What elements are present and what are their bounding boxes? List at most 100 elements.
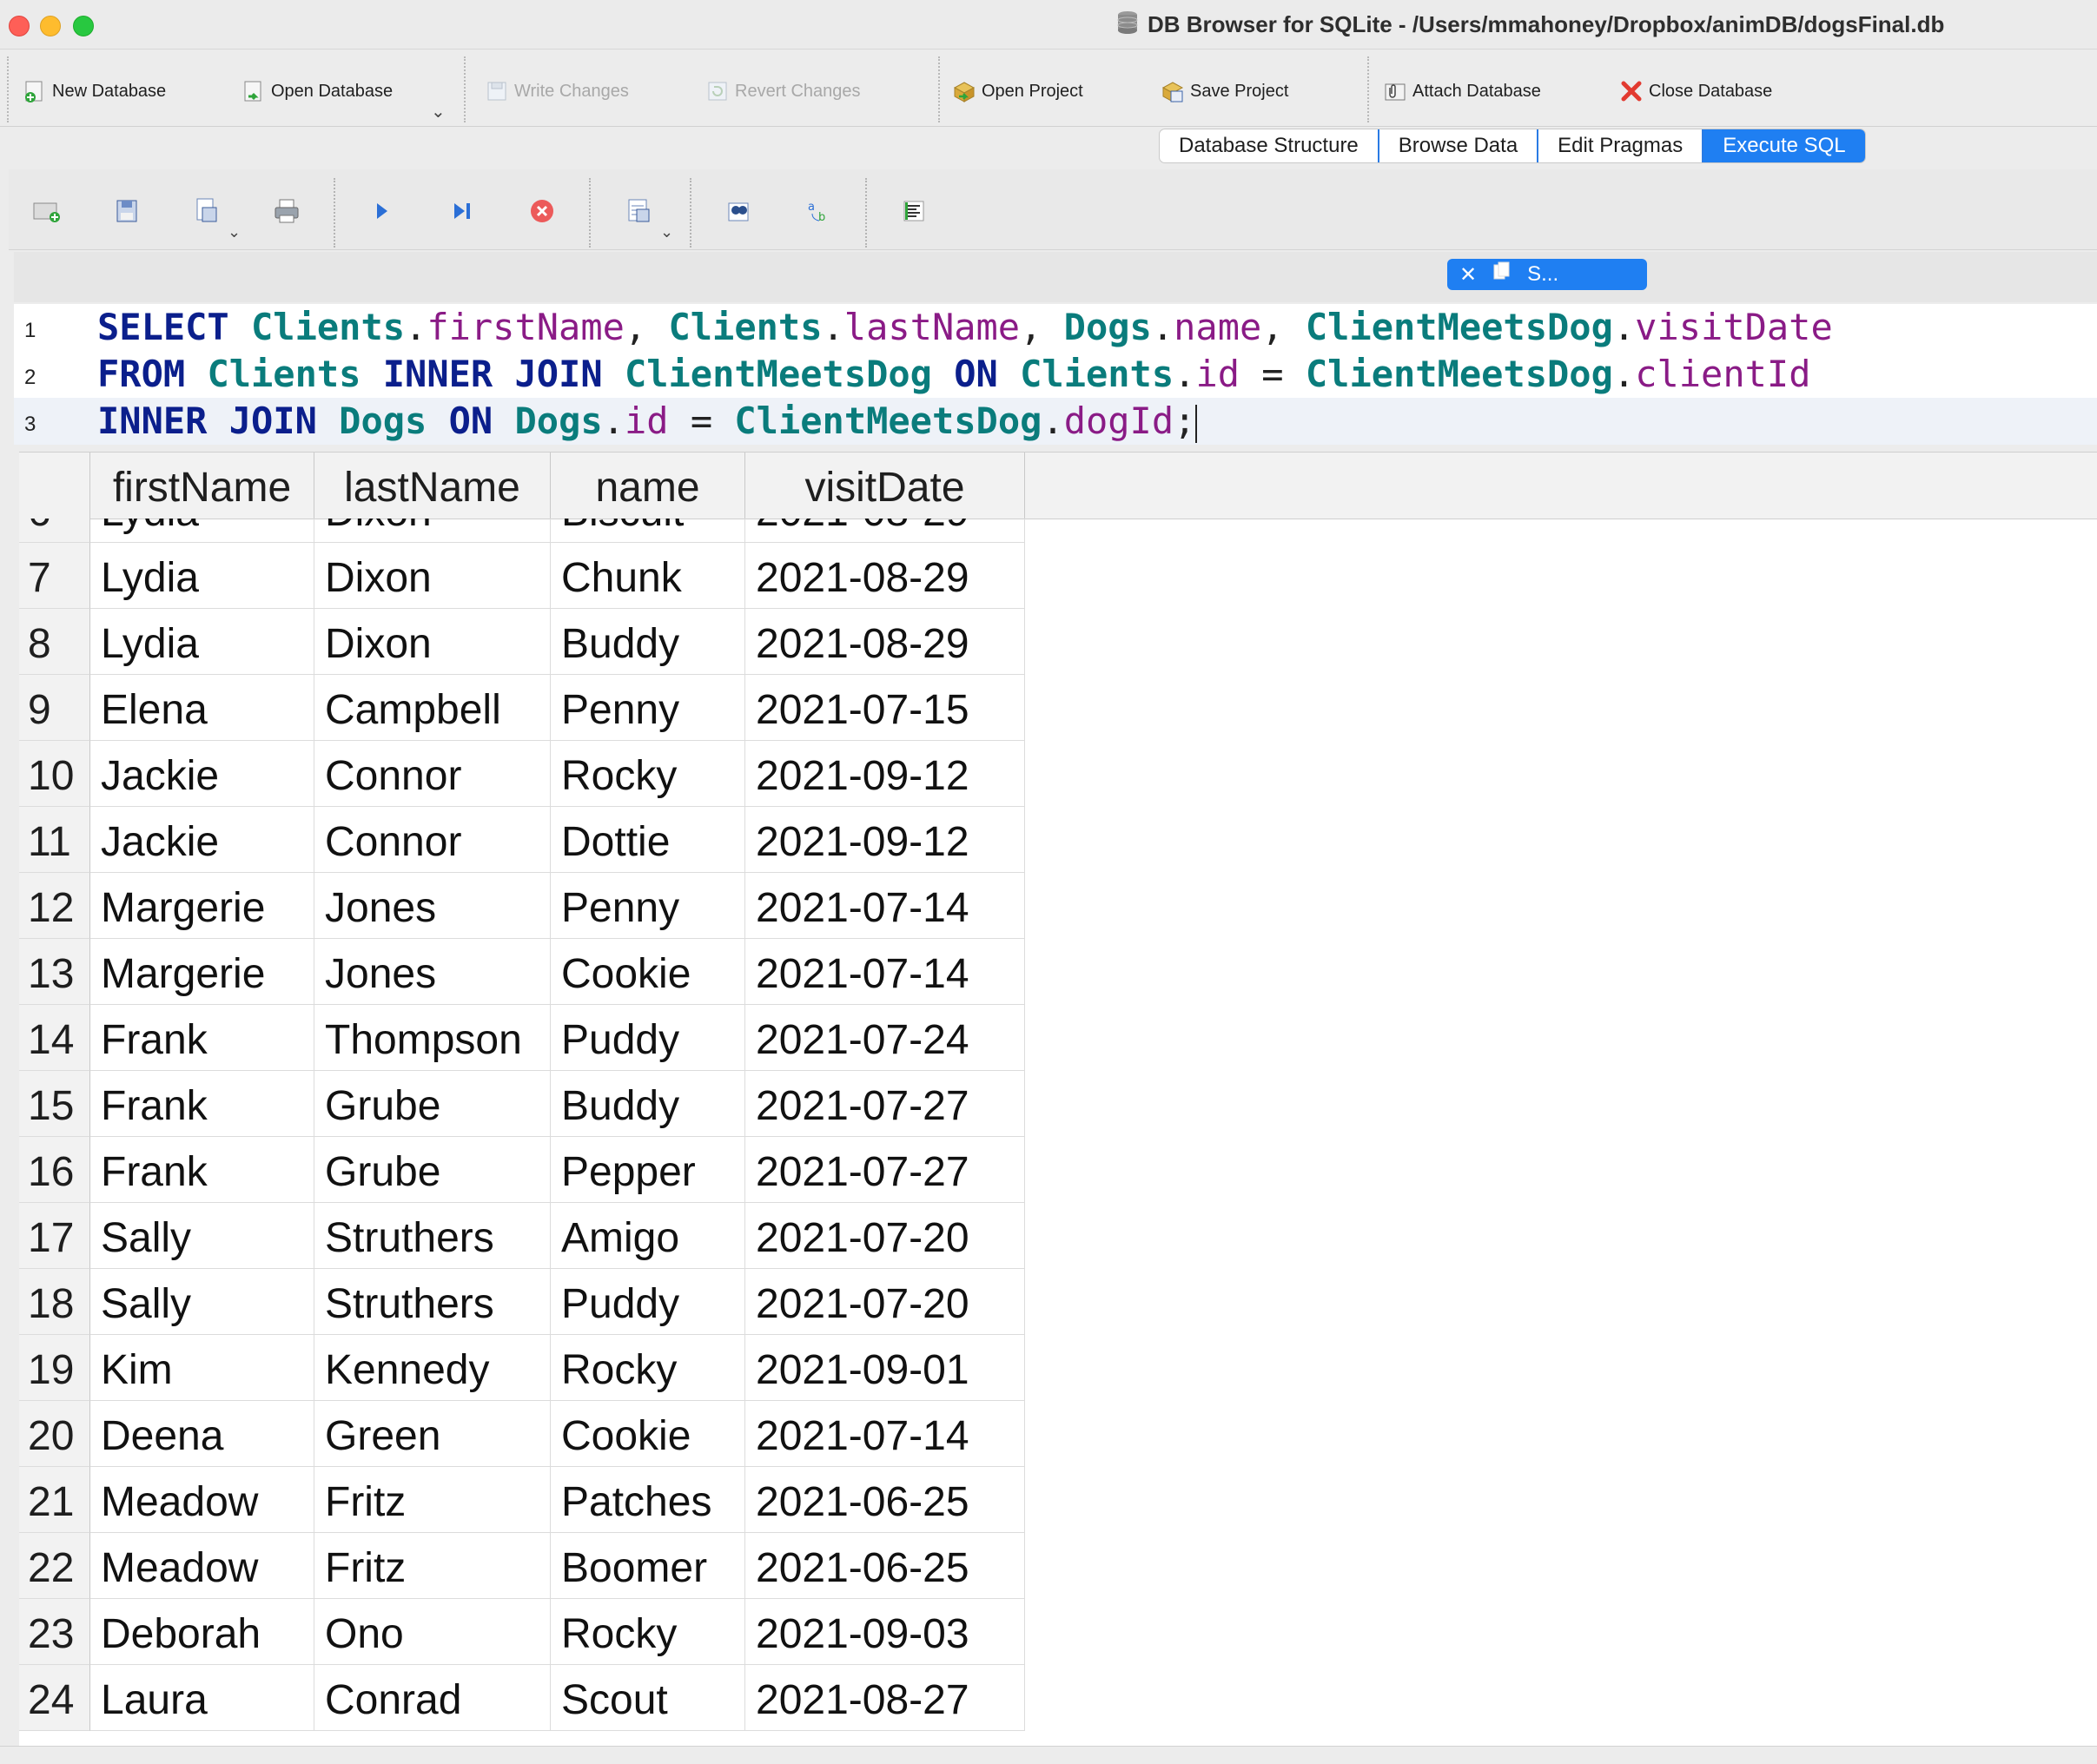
tab-edit-pragmas[interactable]: Edit Pragmas: [1538, 129, 1704, 162]
new-database-button[interactable]: New Database: [23, 74, 166, 109]
table-row[interactable]: 17 Sally Struthers Amigo 2021-07-20: [19, 1203, 1025, 1269]
row-number[interactable]: 7: [19, 543, 90, 609]
open-database-button[interactable]: Open Database: [241, 74, 393, 109]
save-sql-file-button[interactable]: [189, 195, 224, 230]
window-zoom-button[interactable]: [73, 16, 94, 36]
table-cell-visitdate[interactable]: 2021-08-29: [745, 519, 1025, 543]
table-cell-lastname[interactable]: Campbell: [314, 675, 551, 741]
row-number[interactable]: 15: [19, 1071, 90, 1137]
table-cell-firstname[interactable]: Laura: [90, 1665, 314, 1731]
table-cell-lastname[interactable]: Connor: [314, 741, 551, 807]
column-header-firstname[interactable]: firstName: [90, 453, 314, 519]
stop-execution-button[interactable]: [525, 195, 559, 230]
table-cell-firstname[interactable]: Deena: [90, 1401, 314, 1467]
table-row[interactable]: 13 Margerie Jones Cookie 2021-07-14: [19, 939, 1025, 1005]
table-cell-name[interactable]: Puddy: [551, 1005, 745, 1071]
table-row[interactable]: 8 Lydia Dixon Buddy 2021-08-29: [19, 609, 1025, 675]
table-row[interactable]: 11 Jackie Connor Dottie 2021-09-12: [19, 807, 1025, 873]
results-grid[interactable]: firstName lastName name visitDate 6Lydia…: [19, 452, 2097, 1747]
row-number[interactable]: 21: [19, 1467, 90, 1533]
table-cell-name[interactable]: Rocky: [551, 1599, 745, 1665]
table-cell-name[interactable]: Penny: [551, 675, 745, 741]
table-cell-firstname[interactable]: Kim: [90, 1335, 314, 1401]
table-cell-lastname[interactable]: Dixon: [314, 519, 551, 543]
table-cell-visitdate[interactable]: 2021-07-27: [745, 1137, 1025, 1203]
table-cell-name[interactable]: Rocky: [551, 741, 745, 807]
attach-database-button[interactable]: Attach Database: [1383, 74, 1541, 109]
table-cell-name[interactable]: Amigo: [551, 1203, 745, 1269]
table-row[interactable]: 14 Frank Thompson Puddy 2021-07-24: [19, 1005, 1025, 1071]
table-cell-lastname[interactable]: Dixon: [314, 609, 551, 675]
table-cell-firstname[interactable]: Elena: [90, 675, 314, 741]
table-cell-visitdate[interactable]: 2021-06-25: [745, 1467, 1025, 1533]
row-number[interactable]: 20: [19, 1401, 90, 1467]
editor-tab[interactable]: ✕ S...: [1447, 259, 1647, 290]
close-database-button[interactable]: Close Database: [1619, 74, 1772, 109]
table-cell-visitdate[interactable]: 2021-07-14: [745, 939, 1025, 1005]
table-cell-lastname[interactable]: Fritz: [314, 1533, 551, 1599]
table-cell-firstname[interactable]: Margerie: [90, 939, 314, 1005]
table-row[interactable]: 7 Lydia Dixon Chunk 2021-08-29: [19, 543, 1025, 609]
column-header-lastname[interactable]: lastName: [314, 453, 551, 519]
table-cell-firstname[interactable]: Lydia: [90, 543, 314, 609]
table-cell-firstname[interactable]: Frank: [90, 1137, 314, 1203]
table-cell-visitdate[interactable]: 2021-07-14: [745, 1401, 1025, 1467]
table-cell-name[interactable]: Cookie: [551, 939, 745, 1005]
save-project-button[interactable]: Save Project: [1161, 74, 1288, 109]
table-cell-visitdate[interactable]: 2021-07-20: [745, 1269, 1025, 1335]
table-row[interactable]: 24 Laura Conrad Scout 2021-08-27: [19, 1665, 1025, 1731]
table-cell-visitdate[interactable]: 2021-07-27: [745, 1071, 1025, 1137]
row-number[interactable]: 13: [19, 939, 90, 1005]
table-cell-lastname[interactable]: Struthers: [314, 1269, 551, 1335]
table-cell-visitdate[interactable]: 2021-07-20: [745, 1203, 1025, 1269]
tab-browse-data[interactable]: Browse Data: [1379, 129, 1539, 162]
execute-current-line-button[interactable]: [445, 195, 480, 230]
table-cell-firstname[interactable]: Lydia: [90, 609, 314, 675]
table-cell-visitdate[interactable]: 2021-07-24: [745, 1005, 1025, 1071]
column-header-visitdate[interactable]: visitDate: [745, 453, 1025, 519]
table-cell-firstname[interactable]: Lydia: [90, 519, 314, 543]
window-minimize-button[interactable]: [40, 16, 61, 36]
table-cell-firstname[interactable]: Sally: [90, 1269, 314, 1335]
table-cell-name[interactable]: Buddy: [551, 1071, 745, 1137]
table-cell-lastname[interactable]: Thompson: [314, 1005, 551, 1071]
table-cell-visitdate[interactable]: 2021-06-25: [745, 1533, 1025, 1599]
table-cell-lastname[interactable]: Fritz: [314, 1467, 551, 1533]
table-cell-name[interactable]: Pepper: [551, 1137, 745, 1203]
table-cell-visitdate[interactable]: 2021-09-12: [745, 741, 1025, 807]
row-number[interactable]: 19: [19, 1335, 90, 1401]
table-row[interactable]: 15 Frank Grube Buddy 2021-07-27: [19, 1071, 1025, 1137]
close-tab-icon[interactable]: ✕: [1459, 262, 1477, 287]
save-results-button[interactable]: [622, 195, 657, 230]
table-cell-lastname[interactable]: Kennedy: [314, 1335, 551, 1401]
table-cell-name[interactable]: Patches: [551, 1467, 745, 1533]
table-cell-lastname[interactable]: Struthers: [314, 1203, 551, 1269]
table-row[interactable]: 21 Meadow Fritz Patches 2021-06-25: [19, 1467, 1025, 1533]
row-number[interactable]: 24: [19, 1665, 90, 1731]
row-number[interactable]: 8: [19, 609, 90, 675]
table-cell-lastname[interactable]: Green: [314, 1401, 551, 1467]
row-number[interactable]: 11: [19, 807, 90, 873]
table-cell-name[interactable]: Puddy: [551, 1269, 745, 1335]
table-cell-lastname[interactable]: Jones: [314, 873, 551, 939]
table-cell-visitdate[interactable]: 2021-07-14: [745, 873, 1025, 939]
table-cell-lastname[interactable]: Conrad: [314, 1665, 551, 1731]
table-cell-visitdate[interactable]: 2021-09-03: [745, 1599, 1025, 1665]
row-number[interactable]: 16: [19, 1137, 90, 1203]
table-cell-name[interactable]: Biscuit: [551, 519, 745, 543]
table-cell-firstname[interactable]: Sally: [90, 1203, 314, 1269]
table-row[interactable]: 18 Sally Struthers Puddy 2021-07-20: [19, 1269, 1025, 1335]
row-number[interactable]: 18: [19, 1269, 90, 1335]
table-cell-firstname[interactable]: Frank: [90, 1005, 314, 1071]
table-cell-lastname[interactable]: Jones: [314, 939, 551, 1005]
row-number[interactable]: 22: [19, 1533, 90, 1599]
row-number[interactable]: 12: [19, 873, 90, 939]
table-row[interactable]: 20 Deena Green Cookie 2021-07-14: [19, 1401, 1025, 1467]
table-cell-visitdate[interactable]: 2021-08-29: [745, 609, 1025, 675]
find-text-button[interactable]: [721, 195, 756, 230]
bottom-splitter[interactable]: [0, 1746, 2097, 1764]
tab-execute-sql[interactable]: Execute SQL: [1703, 129, 1865, 162]
row-number[interactable]: 17: [19, 1203, 90, 1269]
table-cell-firstname[interactable]: Deborah: [90, 1599, 314, 1665]
write-changes-button[interactable]: Write Changes: [485, 74, 629, 109]
